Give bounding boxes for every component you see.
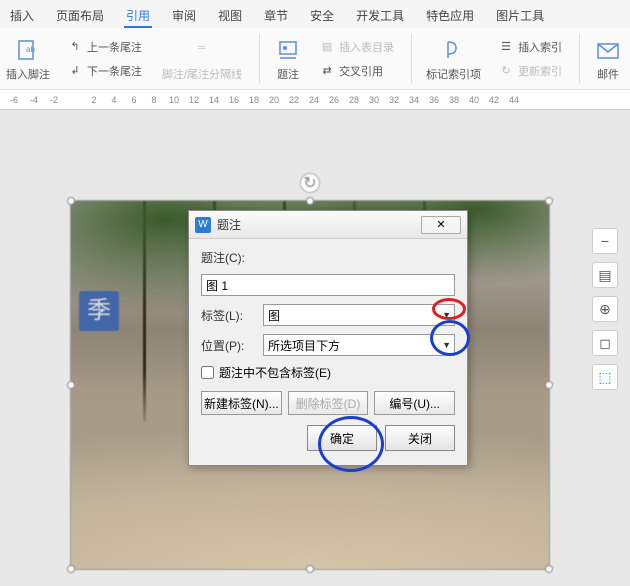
prev-icon: ↰ bbox=[67, 39, 83, 55]
side-toolbar: − ▤ ⊕ ◻ ⬚ bbox=[592, 228, 618, 390]
numbering-button[interactable]: 编号(U)... bbox=[374, 391, 455, 415]
ruler[interactable]: -6-4-22468101214161820222426283032343638… bbox=[0, 90, 630, 110]
new-label-button[interactable]: 新建标签(N)... bbox=[201, 391, 282, 415]
tab-view[interactable]: 视图 bbox=[216, 5, 244, 28]
caption-icon bbox=[274, 36, 302, 64]
tab-references[interactable]: 引用 bbox=[124, 5, 152, 28]
mark-index-label[interactable]: 标记索引项 bbox=[426, 66, 481, 82]
exclude-checkbox-input[interactable] bbox=[201, 366, 214, 379]
prev-endnote-button[interactable]: ↰上一条尾注 bbox=[64, 37, 145, 57]
svg-text:ab: ab bbox=[26, 45, 35, 54]
label-select[interactable]: 图▼ bbox=[263, 304, 455, 326]
separator bbox=[411, 34, 412, 84]
tab-insert[interactable]: 插入 bbox=[8, 5, 36, 28]
caption-dialog: W 题注 ✕ 题注(C): 标签(L): 图▼ 位置(P): 所选项目下方▼ 题… bbox=[188, 210, 468, 466]
next-icon: ↲ bbox=[67, 63, 83, 79]
tab-security[interactable]: 安全 bbox=[308, 5, 336, 28]
tab-features[interactable]: 特色应用 bbox=[424, 5, 476, 28]
toc-icon: ▤ bbox=[319, 39, 335, 55]
index-icon bbox=[440, 36, 468, 64]
insert-footnote-label[interactable]: 插入脚注 bbox=[6, 66, 50, 82]
caption-label[interactable]: 题注 bbox=[277, 66, 299, 82]
crop-button[interactable]: ◻ bbox=[592, 330, 618, 356]
position-select[interactable]: 所选项目下方▼ bbox=[263, 334, 455, 356]
separator bbox=[579, 34, 580, 84]
tab-sections[interactable]: 章节 bbox=[262, 5, 290, 28]
delete-label-button: 删除标签(D) bbox=[288, 391, 369, 415]
label-field-label: 标签(L): bbox=[201, 307, 257, 324]
resize-handle[interactable] bbox=[545, 197, 553, 205]
rotate-handle[interactable]: ↻ bbox=[300, 173, 320, 193]
zoom-button[interactable]: ⊕ bbox=[592, 296, 618, 322]
close-dialog-button[interactable]: 关闭 bbox=[385, 425, 455, 451]
ribbon-toolbar: ab 插入脚注 ↰上一条尾注 ↲下一条尾注 ═ 脚注/尾注分隔线 题注 ▤插入表… bbox=[0, 28, 630, 90]
insert-toc-button: ▤插入表目录 bbox=[316, 37, 397, 57]
insert-index-icon: ☰ bbox=[498, 39, 514, 55]
insert-index-button[interactable]: ☰插入索引 bbox=[495, 37, 565, 57]
chevron-down-icon: ▼ bbox=[442, 310, 451, 320]
dialog-title: 题注 bbox=[217, 216, 415, 233]
dialog-titlebar[interactable]: W 题注 ✕ bbox=[189, 211, 467, 239]
resize-handle[interactable] bbox=[67, 197, 75, 205]
caption-field-label: 题注(C): bbox=[201, 249, 257, 266]
close-button[interactable]: ✕ bbox=[421, 216, 461, 234]
resize-handle[interactable] bbox=[545, 565, 553, 573]
separator-icon: ═ bbox=[188, 34, 216, 62]
ribbon-tabs: 插入 页面布局 引用 审阅 视图 章节 安全 开发工具 特色应用 图片工具 bbox=[0, 0, 630, 28]
app-icon: W bbox=[195, 217, 211, 233]
resize-handle[interactable] bbox=[67, 565, 75, 573]
resize-handle[interactable] bbox=[306, 197, 314, 205]
resize-handle[interactable] bbox=[306, 565, 314, 573]
select-button[interactable]: ⬚ bbox=[592, 364, 618, 390]
next-endnote-button[interactable]: ↲下一条尾注 bbox=[64, 61, 145, 81]
ok-button[interactable]: 确定 bbox=[307, 425, 377, 451]
mail-icon bbox=[594, 36, 622, 64]
crossref-icon: ⇄ bbox=[319, 63, 335, 79]
layout-button[interactable]: ▤ bbox=[592, 262, 618, 288]
collapse-button[interactable]: − bbox=[592, 228, 618, 254]
exclude-label-checkbox[interactable]: 题注中不包含标签(E) bbox=[201, 364, 455, 381]
resize-handle[interactable] bbox=[545, 381, 553, 389]
chevron-down-icon: ▼ bbox=[442, 340, 451, 350]
tab-review[interactable]: 审阅 bbox=[170, 5, 198, 28]
resize-handle[interactable] bbox=[67, 381, 75, 389]
cross-ref-button[interactable]: ⇄交叉引用 bbox=[316, 61, 397, 81]
caption-input[interactable] bbox=[201, 274, 455, 296]
position-field-label: 位置(P): bbox=[201, 337, 257, 354]
mail-label[interactable]: 邮件 bbox=[597, 66, 619, 82]
update-icon: ↻ bbox=[498, 63, 514, 79]
update-index-button: ↻更新索引 bbox=[495, 61, 565, 81]
separator bbox=[259, 34, 260, 84]
footnote-icon: ab bbox=[14, 36, 42, 64]
tab-picture-tools[interactable]: 图片工具 bbox=[494, 5, 546, 28]
separator-button: 脚注/尾注分隔线 bbox=[159, 64, 245, 84]
tab-devtools[interactable]: 开发工具 bbox=[354, 5, 406, 28]
tab-layout[interactable]: 页面布局 bbox=[54, 5, 106, 28]
